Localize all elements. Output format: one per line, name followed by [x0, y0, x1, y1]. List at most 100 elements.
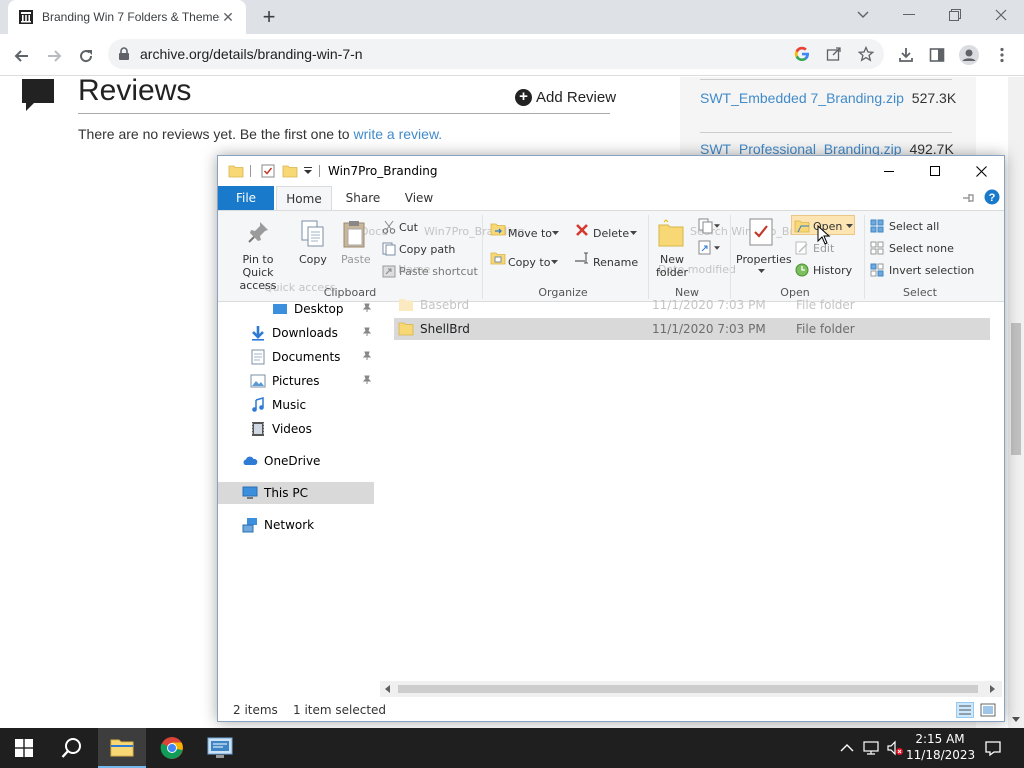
dropdown-arrow-icon[interactable] [551, 260, 558, 264]
browser-tab[interactable]: Branding Win 7 Folders & Themes ✕ [8, 0, 246, 34]
forward-button[interactable] [40, 42, 68, 70]
browser-menu-icon[interactable] [992, 45, 1012, 65]
file-explorer-icon [110, 739, 134, 757]
maximize-button[interactable] [912, 156, 958, 186]
copy-to-button[interactable]: Copy to [508, 256, 550, 269]
divider [700, 132, 952, 133]
copy-path-button[interactable]: Copy path [399, 243, 455, 256]
taskbar: 2:15 AM 11/18/2023 [0, 728, 1024, 768]
videos-icon [252, 422, 264, 436]
bookmark-star-icon[interactable] [858, 46, 874, 62]
delete-button[interactable]: Delete [593, 227, 629, 240]
share-icon[interactable] [826, 46, 842, 62]
move-to-button[interactable]: Move to [508, 227, 552, 240]
reload-button[interactable] [72, 42, 100, 70]
nav-item-downloads[interactable]: Downloads [218, 322, 376, 344]
network-status-icon[interactable] [862, 739, 880, 757]
back-button[interactable] [8, 42, 36, 70]
scroll-right-arrow-icon[interactable] [990, 685, 996, 693]
notification-icon[interactable] [984, 739, 1002, 757]
new-folder-qat-icon[interactable] [282, 163, 298, 179]
restore-browser-button[interactable] [932, 0, 978, 30]
dropdown-arrow-icon[interactable] [714, 224, 720, 228]
pin-ribbon-icon[interactable] [962, 192, 976, 204]
show-hidden-icons-icon[interactable] [838, 739, 856, 757]
cut-button[interactable]: Cut [399, 221, 418, 234]
dropdown-arrow-icon[interactable] [846, 224, 853, 228]
dropdown-arrow-icon[interactable] [714, 246, 720, 250]
nav-item-onedrive[interactable]: OneDrive [218, 450, 376, 472]
customize-qat-icon[interactable] [304, 167, 312, 175]
page-scroll-thumb[interactable] [1011, 323, 1021, 455]
rename-icon [575, 252, 588, 264]
properties-button[interactable]: Properties [736, 253, 792, 266]
file-row-shellbrd[interactable]: ShellBrd 11/1/2020 7:03 PM File folder [394, 318, 990, 340]
tab-share[interactable]: Share [338, 186, 388, 210]
dropdown-arrow-icon[interactable] [758, 269, 765, 273]
details-view-icon[interactable] [956, 702, 974, 718]
invert-selection-button[interactable]: Invert selection [889, 264, 974, 277]
nav-item-this-pc[interactable]: This PC [218, 482, 374, 504]
easy-access-icon[interactable] [698, 240, 714, 256]
taskbar-chrome[interactable] [148, 728, 196, 768]
nav-item-documents[interactable]: Documents [218, 346, 376, 368]
horizontal-scroll-thumb[interactable] [398, 685, 978, 693]
volume-muted-icon[interactable] [886, 739, 904, 757]
scroll-down-arrow-icon[interactable] [1012, 717, 1020, 723]
cut-icon [382, 220, 396, 234]
minimize-browser-button[interactable] [886, 0, 932, 30]
page-scrollbar[interactable] [1008, 77, 1024, 728]
pin-quick-access-button[interactable]: Pin to Quick access [226, 253, 290, 292]
tab-home[interactable]: Home [276, 186, 332, 210]
google-icon[interactable] [794, 46, 810, 62]
select-none-button[interactable]: Select none [889, 242, 954, 255]
close-button[interactable] [958, 156, 1004, 186]
write-review-link[interactable]: write a review. [353, 126, 442, 142]
profile-avatar-icon[interactable] [959, 45, 979, 65]
paste-button[interactable]: Paste [341, 253, 371, 266]
start-button[interactable] [0, 728, 48, 768]
minimize-button[interactable] [866, 156, 912, 186]
dropdown-arrow-icon[interactable] [552, 231, 559, 235]
address-bar[interactable]: archive.org/details/branding-win-7-n [108, 39, 884, 69]
new-tab-button[interactable]: + [258, 6, 280, 29]
divider [648, 215, 649, 299]
copy-button[interactable]: Copy [299, 253, 327, 266]
search-icon [61, 738, 81, 758]
nav-item-desktop[interactable]: Desktop [218, 298, 376, 320]
divider [730, 215, 731, 299]
no-reviews-text: There are no reviews yet. Be the first o… [78, 126, 443, 142]
search-button[interactable] [48, 728, 96, 768]
add-review-button[interactable]: + Add Review [515, 89, 616, 106]
open-icon [794, 220, 810, 233]
tab-close-icon[interactable]: ✕ [220, 9, 236, 25]
taskbar-remote-desktop[interactable] [196, 728, 244, 768]
tab-view[interactable]: View [394, 186, 444, 210]
system-clock[interactable]: 2:15 AM 11/18/2023 [906, 731, 975, 763]
nav-item-music[interactable]: Music [218, 394, 376, 416]
dropdown-arrow-icon[interactable] [630, 231, 637, 235]
tab-file[interactable]: File [218, 186, 274, 210]
rename-button[interactable]: Rename [593, 256, 638, 269]
scroll-left-arrow-icon[interactable] [384, 685, 390, 693]
tab-search-icon[interactable] [840, 0, 886, 30]
download-icon[interactable] [896, 45, 916, 65]
new-item-icon[interactable] [698, 218, 714, 234]
new-folder-button[interactable]: New folder [654, 253, 690, 279]
side-panel-icon[interactable] [927, 45, 947, 65]
paste-shortcut-button[interactable]: Paste shortcut [399, 265, 478, 278]
nav-item-pictures[interactable]: Pictures [218, 370, 376, 392]
file-link[interactable]: SWT_Embedded 7_Branding.zip [700, 90, 904, 106]
taskbar-file-explorer[interactable] [98, 728, 146, 768]
forward-arrow-icon [48, 50, 62, 62]
chrome-icon [160, 737, 183, 759]
horizontal-scrollbar[interactable] [380, 681, 1002, 697]
nav-item-network[interactable]: Network [218, 514, 376, 536]
select-all-button[interactable]: Select all [889, 220, 939, 233]
history-button[interactable]: History [813, 264, 852, 277]
help-icon[interactable]: ? [984, 189, 1000, 205]
large-icons-view-icon[interactable] [980, 702, 996, 718]
properties-icon[interactable] [260, 163, 276, 179]
nav-item-videos[interactable]: Videos [218, 418, 376, 440]
close-browser-button[interactable] [978, 0, 1024, 30]
